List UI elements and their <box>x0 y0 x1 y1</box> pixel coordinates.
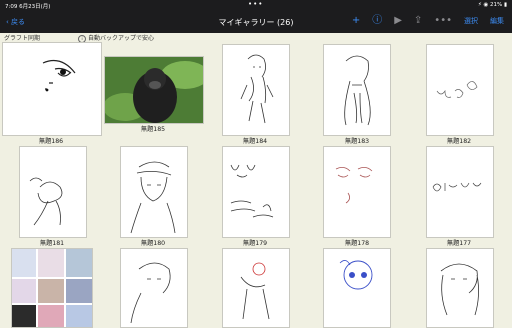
thumbnail[interactable] <box>323 146 391 238</box>
thumbnail[interactable] <box>323 248 391 328</box>
play-icon[interactable]: ▶ <box>394 15 402 27</box>
item-label: 無題179 <box>242 240 268 247</box>
item-label: 無題186 <box>38 138 64 145</box>
sync-label[interactable]: グラフト同期 <box>4 33 40 42</box>
thumbnail[interactable] <box>323 44 391 136</box>
info-icon[interactable]: ⓘ <box>372 15 382 27</box>
status-indicators: ⚡ ◉ 21% ▮ <box>477 2 507 8</box>
thumbnail[interactable] <box>222 248 290 328</box>
nav-bar: ‹ 戻る マイギャラリー (26) + ⓘ ▶ ⇪ ••• 選択 編集 <box>0 11 512 33</box>
thumbnail[interactable] <box>120 146 188 238</box>
item-label: 無題185 <box>140 126 166 133</box>
edit-button[interactable]: 編集 <box>490 15 504 27</box>
thumbnail[interactable] <box>104 56 204 124</box>
thumbnail[interactable] <box>426 248 494 328</box>
thumbnail[interactable] <box>19 146 87 238</box>
status-time: 7:09 6月23日(月) <box>5 4 51 10</box>
thumbnail[interactable] <box>426 146 494 238</box>
item-label: 無題177 <box>446 240 472 247</box>
item-label: 無題182 <box>446 138 472 145</box>
add-icon[interactable]: + <box>352 15 360 27</box>
thumbnail[interactable] <box>2 42 102 136</box>
item-label: 無題178 <box>344 240 370 247</box>
status-bar: 7:09 6月23日(月) ••• ⚡ ◉ 21% ▮ <box>0 0 512 11</box>
thumbnail[interactable] <box>120 248 188 328</box>
sync-bar: グラフト同期 i 自動バックアップで安心 <box>0 33 512 43</box>
multitask-dots[interactable]: ••• <box>248 0 263 8</box>
item-label: 無題180 <box>140 240 166 247</box>
thumbnail[interactable] <box>426 44 494 136</box>
item-label: 無題184 <box>242 138 268 145</box>
more-icon[interactable]: ••• <box>434 15 452 27</box>
thumbnail[interactable] <box>222 146 290 238</box>
share-icon[interactable]: ⇪ <box>414 15 422 27</box>
thumbnail[interactable] <box>222 44 290 136</box>
thumbnail[interactable] <box>11 248 93 328</box>
item-label: 無題183 <box>344 138 370 145</box>
select-button[interactable]: 選択 <box>464 15 478 27</box>
item-label: 無題181 <box>39 240 65 247</box>
